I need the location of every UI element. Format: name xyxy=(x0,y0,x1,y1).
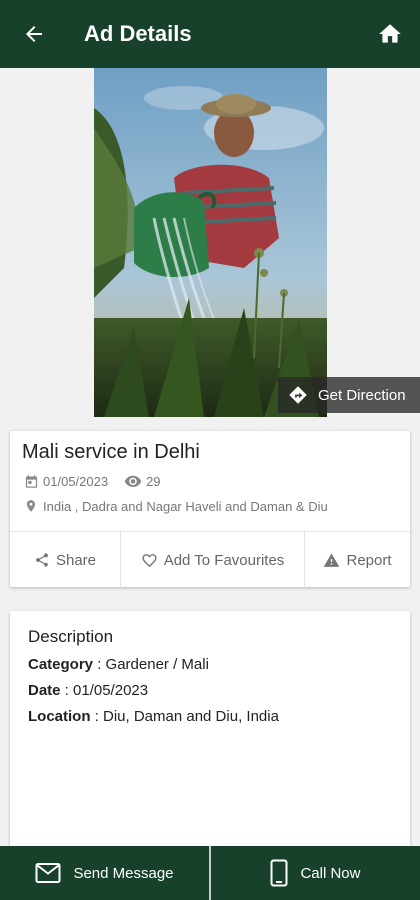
ad-photo[interactable] xyxy=(94,68,327,417)
category-line: Category : Gardener / Mali xyxy=(28,656,209,673)
call-now-button[interactable]: Call Now xyxy=(211,846,420,900)
direction-diamond-icon xyxy=(289,386,307,404)
get-direction-label: Get Direction xyxy=(318,386,406,404)
description-card: Description Category : Gardener / Mali D… xyxy=(10,611,410,851)
get-direction-button[interactable]: Get Direction xyxy=(278,377,420,413)
date-label: Date xyxy=(28,682,61,699)
phone-icon xyxy=(270,859,288,887)
home-button[interactable] xyxy=(374,18,406,50)
location-value: : Diu, Daman and Diu, India xyxy=(90,708,279,725)
bottom-action-bar: Send Message Call Now xyxy=(0,846,420,900)
ad-views: 29 xyxy=(146,473,161,489)
arrow-left-icon xyxy=(26,26,42,42)
favourites-label: Add To Favourites xyxy=(163,551,285,569)
report-button[interactable]: Report xyxy=(305,532,410,588)
app-bar: Ad Details xyxy=(0,0,420,68)
category-label: Category xyxy=(28,656,94,673)
ad-date: 01/05/2023 xyxy=(43,473,109,489)
home-icon xyxy=(379,24,401,43)
category-value: : Gardener / Mali xyxy=(93,656,209,673)
mail-icon xyxy=(35,863,61,883)
ad-location-row: India , Dadra and Nagar Haveli and Daman… xyxy=(24,498,328,514)
share-button[interactable]: Share xyxy=(10,532,121,588)
send-message-button[interactable]: Send Message xyxy=(0,846,209,900)
back-button[interactable] xyxy=(0,0,68,68)
ad-title: Mali service in Delhi xyxy=(22,441,200,463)
send-message-label: Send Message xyxy=(73,864,174,882)
calendar-icon xyxy=(25,474,38,488)
add-to-favourites-button[interactable]: Add To Favourites xyxy=(121,532,305,588)
eye-icon xyxy=(124,475,142,487)
ad-location: India , Dadra and Nagar Haveli and Daman… xyxy=(43,498,328,514)
call-now-label: Call Now xyxy=(300,864,361,882)
share-icon xyxy=(35,553,48,567)
ad-meta: 01/05/2023 29 xyxy=(24,472,161,490)
warning-icon xyxy=(324,552,340,567)
heart-outline-icon xyxy=(142,553,157,567)
share-label: Share xyxy=(55,551,97,569)
page-title: Ad Details xyxy=(84,21,192,46)
report-label: Report xyxy=(346,551,392,569)
date-line: Date : 01/05/2023 xyxy=(28,682,148,699)
ad-info-card: Mali service in Delhi 01/05/2023 29 Indi… xyxy=(10,431,410,588)
location-pin-icon xyxy=(26,500,36,512)
ad-actions: Share Add To Favourites Report xyxy=(10,531,410,588)
description-heading: Description xyxy=(28,627,114,646)
location-label: Location xyxy=(28,708,91,725)
date-value: : 01/05/2023 xyxy=(60,682,149,699)
location-line: Location : Diu, Daman and Diu, India xyxy=(28,708,279,725)
